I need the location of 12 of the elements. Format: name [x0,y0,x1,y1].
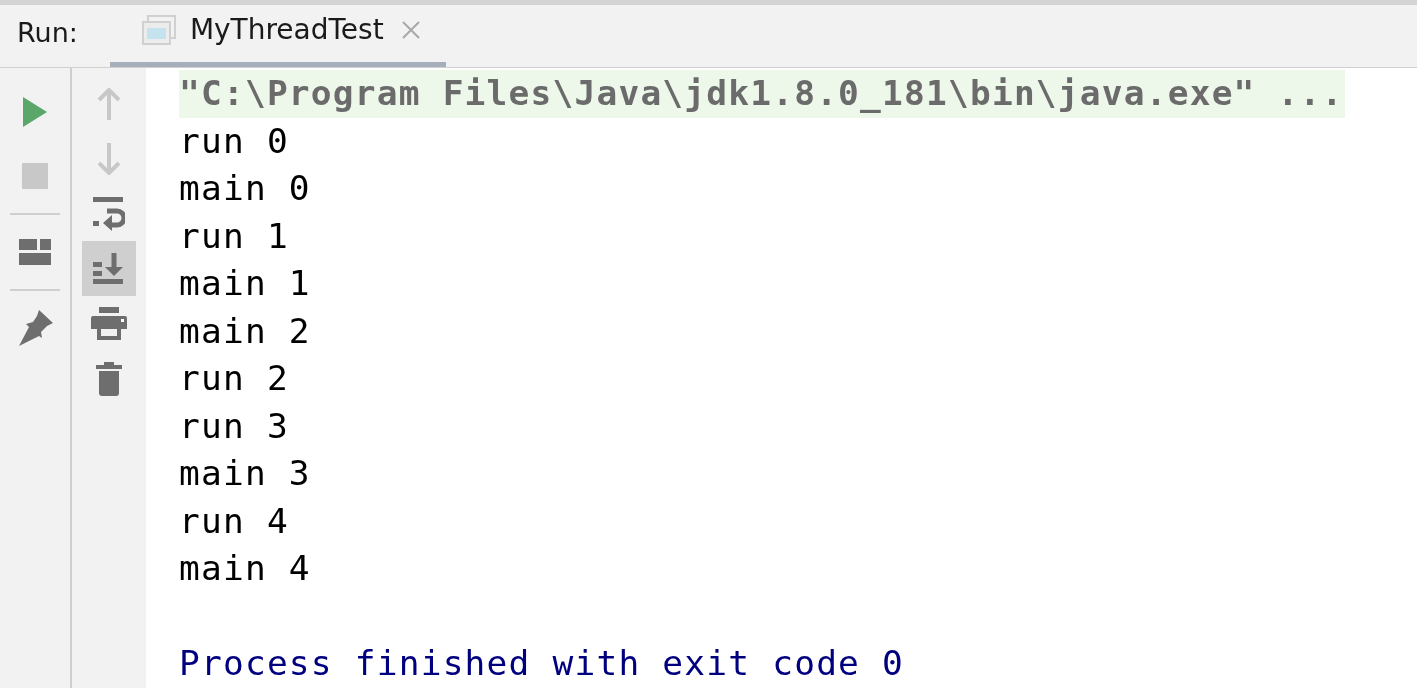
toggle-button[interactable] [82,241,136,296]
layout-icon[interactable] [19,239,51,265]
pin-icon[interactable] [17,310,53,346]
console-output: "C:\Program Files\Java\jdk1.8.0_181\bin\java.exe" ... run 0 main 0 run 1 main 1 main 2 run 2 run 3 main 3 run 4 main 4 Process finished with exit code 0 [146,68,1417,688]
window-icon [141,14,176,45]
close-icon[interactable] [401,20,420,39]
print-icon[interactable] [91,307,127,340]
soft-wrap-icon[interactable] [93,196,125,231]
scroll-to-end-icon [92,253,126,284]
trash-icon[interactable] [96,361,122,396]
run-icon[interactable] [22,97,48,127]
run-label: Run: [17,16,78,50]
